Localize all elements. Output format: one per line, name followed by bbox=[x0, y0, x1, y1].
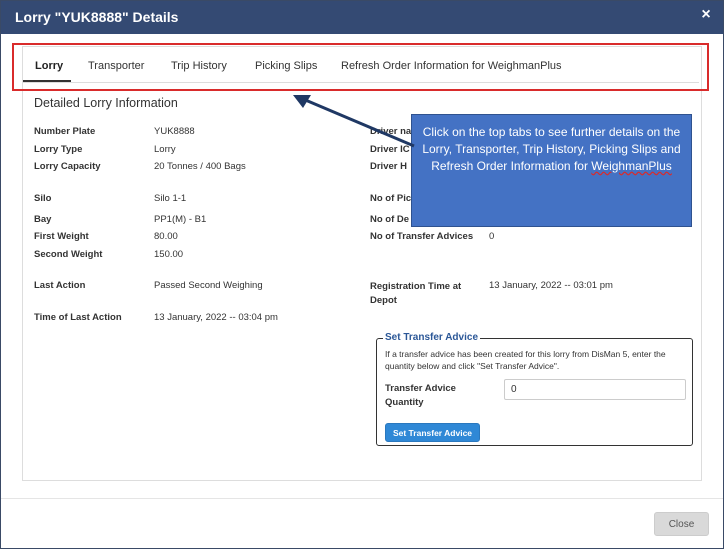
help-callout-weighmanplus: WeighmanPlus bbox=[591, 159, 672, 173]
time-of-last-action-label: Time of Last Action bbox=[34, 312, 122, 323]
number-plate-value: YUK8888 bbox=[154, 126, 195, 137]
no-of-deliveries-label: No of De bbox=[370, 214, 410, 225]
first-weight-value: 80.00 bbox=[154, 231, 178, 242]
dialog-title: Lorry "YUK8888" Details bbox=[15, 9, 179, 25]
second-weight-value: 150.00 bbox=[154, 249, 184, 260]
dialog-titlebar: Lorry "YUK8888" Details × bbox=[1, 1, 723, 34]
close-button[interactable]: Close bbox=[654, 512, 709, 536]
silo-value: Silo 1-1 bbox=[154, 193, 187, 204]
section-title: Detailed Lorry Information bbox=[34, 96, 178, 110]
lorry-capacity-value: 20 Tonnes / 400 Bags bbox=[154, 161, 246, 172]
help-callout: Click on the top tabs to see further det… bbox=[411, 114, 692, 227]
first-weight-label: First Weight bbox=[34, 231, 89, 242]
last-action-value: Passed Second Weighing bbox=[154, 280, 263, 291]
footer-divider bbox=[1, 498, 723, 499]
transfer-advice-help: If a transfer advice has been created fo… bbox=[385, 349, 666, 371]
bay-value: PP1(M) - B1 bbox=[154, 214, 207, 225]
lorry-details-dialog: Lorry "YUK8888" Details × Lorry Transpor… bbox=[0, 0, 724, 549]
number-plate-label: Number Plate bbox=[34, 126, 96, 137]
second-weight-label: Second Weight bbox=[34, 249, 103, 260]
driver-h-label: Driver H bbox=[370, 161, 407, 172]
lorry-type-label: Lorry Type bbox=[34, 144, 83, 155]
no-of-picking-label: No of Pic bbox=[370, 193, 412, 204]
tabs-highlight-box bbox=[12, 43, 709, 91]
registration-time-value: 13 January, 2022 -- 03:01 pm bbox=[489, 280, 613, 291]
last-action-label: Last Action bbox=[34, 280, 86, 291]
time-of-last-action-value: 13 January, 2022 -- 03:04 pm bbox=[154, 312, 278, 323]
bay-label: Bay bbox=[34, 214, 52, 225]
transfer-advice-quantity-label: Transfer Advice Quantity bbox=[385, 383, 456, 408]
close-icon[interactable]: × bbox=[698, 7, 714, 23]
transfer-advice-quantity-input[interactable] bbox=[504, 379, 686, 400]
set-transfer-advice-button[interactable]: Set Transfer Advice bbox=[385, 423, 480, 442]
lorry-type-value: Lorry bbox=[154, 144, 176, 155]
transfer-advice-legend: Set Transfer Advice bbox=[383, 332, 481, 343]
registration-time-label: Registration Time at Depot bbox=[370, 281, 462, 306]
callout-arrow-icon bbox=[293, 95, 415, 148]
silo-label: Silo bbox=[34, 193, 52, 204]
no-of-transfer-advices-value: 0 bbox=[489, 231, 495, 242]
lorry-capacity-label: Lorry Capacity bbox=[34, 161, 101, 172]
no-of-transfer-advices-label: No of Transfer Advices bbox=[370, 231, 474, 242]
